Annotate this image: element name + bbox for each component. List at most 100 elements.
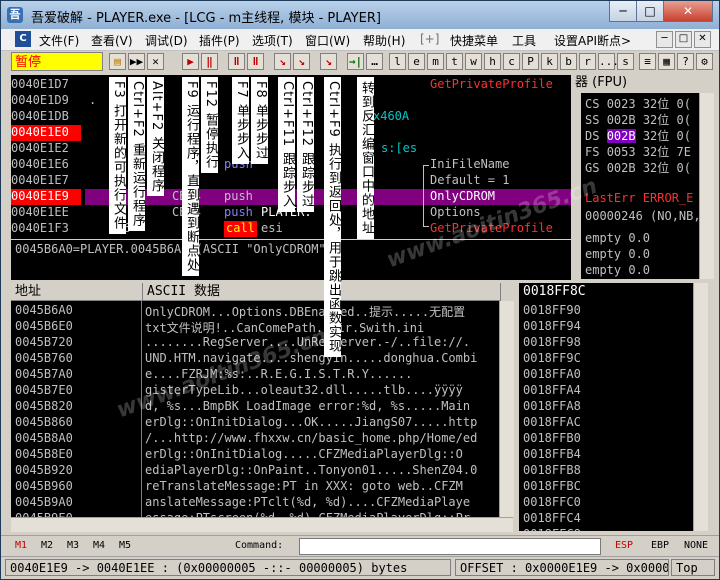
step-over-button[interactable]: ǁ — [247, 53, 264, 70]
memory-tab-m3[interactable]: M3 — [67, 540, 79, 551]
stack-address[interactable]: 0018FFA4 — [523, 383, 581, 399]
dump-ascii[interactable]: ediaPlayerDlg::OnPaint..Tonyon01.....She… — [145, 463, 495, 479]
dump-ascii[interactable]: OnlyCDROM...Options.DBEnabled..提示.....无配… — [145, 303, 495, 319]
view-windows-button[interactable]: w — [465, 53, 482, 70]
stack-address[interactable]: 0018FFC4 — [523, 511, 581, 527]
registers-pane[interactable]: CS 0023 32位 0( SS 002B 32位 0( DS 002B 32… — [581, 93, 699, 279]
dump-address[interactable]: 0045B9A0 — [15, 495, 73, 511]
disasm-address[interactable]: 0040E1E7 — [11, 173, 81, 189]
stack-address[interactable]: 0018FFA0 — [523, 367, 581, 383]
menu-plus[interactable]: [+] — [420, 32, 439, 46]
open-folder-icon[interactable]: ▤ — [109, 53, 126, 70]
run-button[interactable]: ▶ — [182, 53, 199, 70]
dump-ascii-header[interactable]: ASCII 数据 — [143, 283, 501, 301]
dump-ascii[interactable]: erDlg::OnInitDialog.....CFZMediaPlayerDl… — [145, 447, 495, 463]
menu-file[interactable]: 文件(F) — [39, 32, 79, 49]
menu-window[interactable]: 窗口(W) — [305, 32, 350, 49]
dump-address[interactable]: 0045B920 — [15, 463, 73, 479]
menu-plugins[interactable]: 插件(P) — [199, 32, 240, 49]
stack-address[interactable]: 0018FFBC — [523, 479, 581, 495]
dump-ascii[interactable]: erDlg::OnInitDialog...OK.....JiangS07...… — [145, 415, 495, 431]
register-ebp[interactable]: EBP — [651, 540, 669, 551]
settings-icon[interactable]: ⚙ — [696, 53, 713, 70]
dump-address[interactable]: 0045B860 — [15, 415, 73, 431]
view-memory-button[interactable]: m — [427, 53, 444, 70]
stack-address[interactable]: 0018FFC0 — [523, 495, 581, 511]
dump-ascii[interactable]: reTranslateMessage:PT in XXX: goto web..… — [145, 479, 495, 495]
dump-ascii[interactable]: /...http://www.fhxxw.cn/basic_home.php/H… — [145, 431, 495, 447]
stack-address[interactable]: 0018FF94 — [523, 319, 581, 335]
trace-over-button[interactable]: ↘ — [293, 53, 310, 70]
dump-pane[interactable]: 0045B6A0 OnlyCDROM...Options.DBEnabled..提… — [11, 301, 499, 517]
view-log-button[interactable]: l — [389, 53, 406, 70]
help-icon[interactable]: ? — [677, 53, 694, 70]
disasm-address-current[interactable]: 0040E1E0 — [11, 125, 81, 141]
mdi-child-icon[interactable]: C — [15, 31, 31, 47]
disasm-address-breakpoint[interactable]: 0040E1E9 — [11, 189, 81, 205]
command-input[interactable] — [299, 538, 601, 555]
menu-options[interactable]: 选项(T) — [252, 32, 293, 49]
close-program-button[interactable]: ✕ — [147, 53, 164, 70]
stack-address[interactable]: 0018FFB4 — [523, 447, 581, 463]
memory-tab-m5[interactable]: M5 — [119, 540, 131, 551]
grid-icon[interactable]: ▦ — [658, 53, 675, 70]
stack-address[interactable]: 0018FFB8 — [523, 463, 581, 479]
view-references-button[interactable]: r — [579, 53, 596, 70]
dump-address[interactable]: 0045B820 — [15, 399, 73, 415]
dump-ascii[interactable]: UND.HTM.navigate....shengyin.....donghua… — [145, 351, 495, 367]
execute-till-return-button[interactable]: ↘ — [320, 53, 337, 70]
disasm-address[interactable]: 0040E1D9 — [11, 93, 81, 109]
dump-address[interactable]: 0045B7E0 — [15, 383, 73, 399]
view-runtrace-button[interactable]: ... — [598, 53, 619, 70]
stack-address[interactable]: 0018FFA8 — [523, 399, 581, 415]
dump-address[interactable]: 0045B8E0 — [15, 447, 73, 463]
disasm-address[interactable]: 0040E1F3 — [11, 221, 81, 237]
menu-tools[interactable]: 工具 — [512, 32, 536, 49]
dump-scrollbar[interactable] — [499, 301, 514, 517]
dump-address[interactable]: 0045B960 — [15, 479, 73, 495]
goto-address-button[interactable]: →| — [347, 53, 364, 70]
title-bar[interactable]: 吾 吾爱破解 - PLAYER.exe - [LCG - m主线程, 模块 - … — [1, 1, 719, 29]
list-icon[interactable]: ≡ — [639, 53, 656, 70]
dump-address[interactable]: 0045B720 — [15, 335, 73, 351]
menu-api-breakpoint[interactable]: 设置API断点> — [554, 32, 631, 49]
minimize-button[interactable]: ─ — [609, 1, 637, 22]
memory-tab-m2[interactable]: M2 — [41, 540, 53, 551]
registers-scrollbar[interactable] — [699, 93, 714, 279]
stack-address[interactable]: 0018FFC8 — [523, 527, 581, 531]
stack-scrollbar[interactable] — [693, 283, 708, 531]
maximize-button[interactable]: □ — [636, 1, 664, 22]
view-callstack-button[interactable]: k — [541, 53, 558, 70]
memory-tab-m4[interactable]: M4 — [93, 540, 105, 551]
disasm-address[interactable]: 0040E1DB — [11, 109, 81, 125]
stack-address[interactable]: 0018FF98 — [523, 335, 581, 351]
dump-hscrollbar[interactable] — [11, 517, 513, 532]
menu-debug[interactable]: 调试(D) — [145, 32, 188, 49]
mdi-close-button[interactable]: ✕ — [694, 31, 711, 48]
stack-address[interactable]: 0018FF90 — [523, 303, 581, 319]
menu-shortcut[interactable]: 快捷菜单 — [450, 32, 498, 49]
view-cpu-button[interactable]: c — [503, 53, 520, 70]
view-patches-button[interactable]: P — [522, 53, 539, 70]
dump-address-header[interactable]: 地址 — [11, 283, 143, 301]
stack-address[interactable]: 0018FFAC — [523, 415, 581, 431]
disasm-address[interactable]: 0040E1D7 — [11, 77, 81, 93]
dump-ascii[interactable]: anslateMessage:PTclt(%d, %d)....CFZMedia… — [145, 495, 495, 511]
step-into-button[interactable]: ǁ — [228, 53, 245, 70]
more-button[interactable]: … — [366, 53, 383, 70]
register-none[interactable]: NONE — [684, 540, 708, 551]
register-esp[interactable]: ESP — [615, 540, 633, 551]
mdi-minimize-button[interactable]: ─ — [656, 31, 673, 48]
disasm-address[interactable]: 0040E1EE — [11, 205, 81, 221]
stack-header[interactable]: 0018FF8C — [519, 283, 705, 301]
mdi-restore-button[interactable]: □ — [675, 31, 692, 48]
stack-pane[interactable]: 0018FF90 0018FF94 0018FF98 0018FF9C 0018FFA0… — [519, 301, 693, 531]
dump-address[interactable]: 0045B6E0 — [15, 319, 73, 335]
rewind-button[interactable]: ▶▶ — [128, 53, 145, 70]
view-threads-button[interactable]: t — [446, 53, 463, 70]
memory-tab-m1[interactable]: M1 — [15, 540, 27, 551]
dump-address[interactable]: 0045B8A0 — [15, 431, 73, 447]
dump-address[interactable]: 0045B6A0 — [15, 303, 73, 319]
trace-into-button[interactable]: ↘ — [274, 53, 291, 70]
dump-address[interactable]: 0045B760 — [15, 351, 73, 367]
